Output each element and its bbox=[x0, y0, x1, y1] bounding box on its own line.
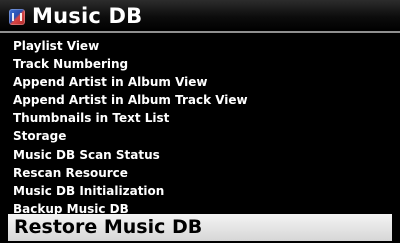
menu-item-thumbnails-text-list[interactable]: Thumbnails in Text List bbox=[8, 109, 392, 127]
page-title: Music DB bbox=[32, 4, 143, 28]
music-db-screen: Music DB Playlist View Track Numbering A… bbox=[0, 0, 400, 243]
menu-item-scan-status[interactable]: Music DB Scan Status bbox=[8, 146, 392, 164]
menu-item-playlist-view[interactable]: Playlist View bbox=[8, 37, 392, 55]
settings-menu: Playlist View Track Numbering Append Art… bbox=[8, 37, 392, 218]
title-bar: Music DB bbox=[0, 0, 400, 33]
menu-item-rescan-resource[interactable]: Rescan Resource bbox=[8, 164, 392, 182]
menu-item-track-numbering[interactable]: Track Numbering bbox=[8, 55, 392, 73]
music-db-icon bbox=[9, 9, 25, 25]
menu-item-storage[interactable]: Storage bbox=[8, 127, 392, 145]
menu-item-append-artist-album-track-view[interactable]: Append Artist in Album Track View bbox=[8, 91, 392, 109]
menu-item-append-artist-album-view[interactable]: Append Artist in Album View bbox=[8, 73, 392, 91]
menu-item-restore-db-selected[interactable]: Restore Music DB bbox=[8, 214, 392, 241]
menu-item-db-initialization[interactable]: Music DB Initialization bbox=[8, 182, 392, 200]
